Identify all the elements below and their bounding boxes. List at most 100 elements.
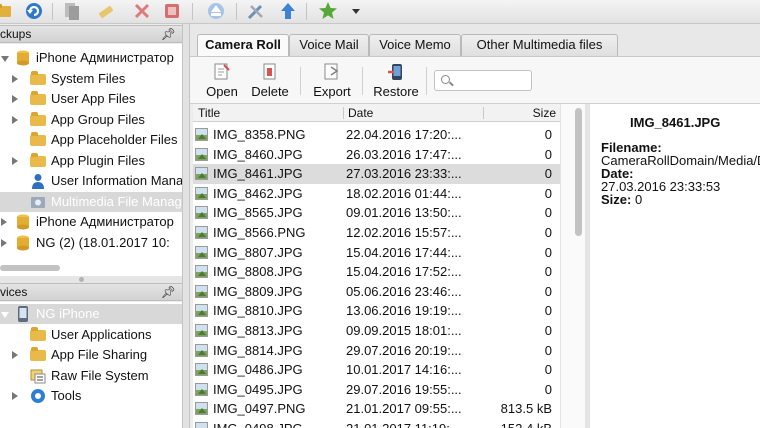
update-icon[interactable] <box>278 1 298 21</box>
cell-date: 27.03.2016 23:33:... <box>346 166 462 182</box>
delete-icon[interactable] <box>132 1 152 21</box>
tree-item-backup-iphone-admin-2[interactable]: iPhone Администратор <box>0 212 182 232</box>
column-separator[interactable] <box>343 107 344 119</box>
folder-icon[interactable] <box>0 1 14 21</box>
column-header-date[interactable]: Date <box>348 104 373 122</box>
image-file-icon <box>195 167 208 181</box>
chevron-right-icon[interactable] <box>12 392 18 400</box>
image-file-icon <box>195 363 208 377</box>
export-button[interactable]: Export <box>310 63 354 101</box>
tree-item-user-app-files[interactable]: User App Files <box>0 89 182 109</box>
backups-horizontal-scrollbar[interactable] <box>0 264 182 272</box>
cell-title: IMG_8461.JPG <box>213 166 303 182</box>
tree-item-ng-iphone[interactable]: NG iPhone <box>0 304 182 324</box>
table-row[interactable]: IMG_8814.JPG 29.07.2016 20:19:... 0 <box>193 341 560 361</box>
chevron-down-icon[interactable] <box>1 56 9 62</box>
database-icon <box>17 235 29 250</box>
tree-item-backup-iphone-admin[interactable]: iPhone Администратор <box>0 48 182 68</box>
tab-bar: Camera Roll Voice Mail Voice Memo Other … <box>190 24 760 57</box>
tree-item-app-placeholder-files[interactable]: App Placeholder Files <box>0 130 182 150</box>
tree-item-multimedia-file-manager[interactable]: Multimedia File Manag <box>0 191 182 212</box>
table-row[interactable]: IMG_8565.JPG 09.01.2016 13:50:... 0 <box>193 203 560 223</box>
table-row[interactable]: IMG_0495.JPG 29.07.2016 19:55:... 0 <box>193 380 560 400</box>
restore-icon[interactable] <box>162 1 182 21</box>
upload-icon[interactable] <box>206 1 226 21</box>
table-row[interactable]: IMG_8460.JPG 26.03.2016 17:47:... 0 <box>193 145 560 165</box>
delete-button[interactable]: Delete <box>250 63 290 101</box>
tree-item-app-plugin-files[interactable]: App Plugin Files <box>0 151 182 171</box>
pin-icon[interactable]: 📌︎ <box>161 26 176 42</box>
tree-item-backup-ng[interactable]: NG (2) (18.01.2017 10: <box>0 233 182 253</box>
tree-item-user-applications[interactable]: User Applications <box>0 325 182 345</box>
cell-date: 26.03.2016 17:47:... <box>346 146 462 162</box>
chevron-right-icon[interactable] <box>12 156 18 165</box>
chevron-down-icon[interactable] <box>1 312 9 318</box>
chevron-right-icon[interactable] <box>12 115 18 124</box>
file-info-title: IMG_8461.JPG <box>630 115 721 130</box>
star-icon[interactable] <box>318 1 338 21</box>
open-button[interactable]: Open <box>204 63 240 101</box>
copy-icon[interactable] <box>62 1 82 21</box>
scrollbar-thumb[interactable] <box>575 108 582 236</box>
tools-icon[interactable] <box>246 1 266 21</box>
column-header-title[interactable]: Title <box>198 104 220 122</box>
cell-date: 12.02.2016 15:57:... <box>346 225 462 240</box>
cell-date: 29.07.2016 20:19:... <box>346 342 462 358</box>
table-row[interactable]: IMG_8813.JPG 09.09.2015 18:01:... 0 <box>193 321 560 341</box>
chevron-right-icon[interactable] <box>1 218 7 226</box>
tab-camera-roll[interactable]: Camera Roll <box>197 34 289 57</box>
restore-label: Restore <box>373 84 419 99</box>
tree-item-raw-file-system[interactable]: Raw File System <box>0 366 182 386</box>
table-header: Title Date Size <box>193 104 560 122</box>
tools-icon <box>31 389 45 403</box>
table-row[interactable]: IMG_0497.PNG 21.01.2017 09:55:... 813.5 kB <box>193 399 560 419</box>
table-row[interactable]: IMG_8809.JPG 05.06.2016 23:46:... 0 <box>193 282 560 302</box>
image-file-icon <box>195 382 208 396</box>
tree-item-user-information[interactable]: User Information Mana <box>0 171 182 191</box>
refresh-icon[interactable] <box>24 1 44 21</box>
panel-splitter[interactable] <box>0 276 182 283</box>
table-row[interactable]: IMG_0498.JPG 21.01.2017 11:19:... 152.4 kB <box>193 419 560 428</box>
tab-other-multimedia[interactable]: Other Multimedia files <box>461 34 618 56</box>
tree-item-label: iPhone Администратор <box>36 214 174 229</box>
tab-voice-memo[interactable]: Voice Memo <box>369 34 461 56</box>
tree-item-app-group-files[interactable]: App Group Files <box>0 110 182 130</box>
table-row[interactable]: IMG_8808.JPG 15.04.2016 17:52:... 0 <box>193 262 560 282</box>
cell-date: 05.06.2016 23:46:... <box>346 283 462 299</box>
image-file-icon <box>195 284 208 298</box>
edit-icon[interactable] <box>96 1 116 21</box>
chevron-right-icon[interactable] <box>1 238 7 247</box>
table-row[interactable]: IMG_8462.JPG 18.02.2016 01:44:... 0 <box>193 184 560 204</box>
cell-date: 18.02.2016 01:44:... <box>346 185 462 201</box>
cell-title: IMG_8808.JPG <box>213 264 303 280</box>
tree-item-system-files[interactable]: System Files <box>0 69 182 89</box>
pin-icon[interactable]: 📌︎ <box>161 284 176 300</box>
chevron-right-icon[interactable] <box>12 74 18 83</box>
chevron-down-icon[interactable] <box>346 1 366 21</box>
table-row[interactable]: IMG_8807.JPG 15.04.2016 17:44:... 0 <box>193 243 560 263</box>
table-row[interactable]: IMG_8358.PNG 22.04.2016 17:20:... 0 <box>193 125 560 145</box>
main-splitter[interactable] <box>182 24 190 428</box>
table-row[interactable]: IMG_8810.JPG 13.06.2016 19:19:... 0 <box>193 301 560 321</box>
restore-button[interactable]: Restore <box>372 63 420 101</box>
cell-date: 10.01.2017 14:16:... <box>346 362 462 378</box>
cell-title: IMG_0498.JPG <box>213 419 303 428</box>
tab-voice-mail[interactable]: Voice Mail <box>289 34 369 56</box>
tree-item-tools[interactable]: Tools <box>0 386 182 406</box>
image-file-icon <box>195 343 208 357</box>
chevron-right-icon[interactable] <box>12 95 18 103</box>
table-row[interactable]: IMG_0486.JPG 10.01.2017 14:16:... 0 <box>193 360 560 380</box>
size-value: 0 <box>634 192 643 207</box>
cell-title: IMG_8462.JPG <box>213 185 303 201</box>
table-row[interactable]: IMG_8461.JPG 27.03.2016 23:33:... 0 <box>193 164 560 184</box>
table-vertical-scrollbar[interactable] <box>560 104 586 428</box>
table-row[interactable]: IMG_8566.PNG 12.02.2016 15:57:... 0 <box>193 223 560 243</box>
column-header-size[interactable]: Size <box>533 104 556 122</box>
tree-item-label: iPhone Администратор <box>36 50 174 65</box>
export-label: Export <box>313 84 351 99</box>
column-separator[interactable] <box>483 107 484 119</box>
search-input[interactable] <box>434 70 532 91</box>
tree-item-app-file-sharing[interactable]: App File Sharing <box>0 345 182 365</box>
chevron-right-icon[interactable] <box>12 351 18 359</box>
image-file-icon <box>195 422 208 428</box>
